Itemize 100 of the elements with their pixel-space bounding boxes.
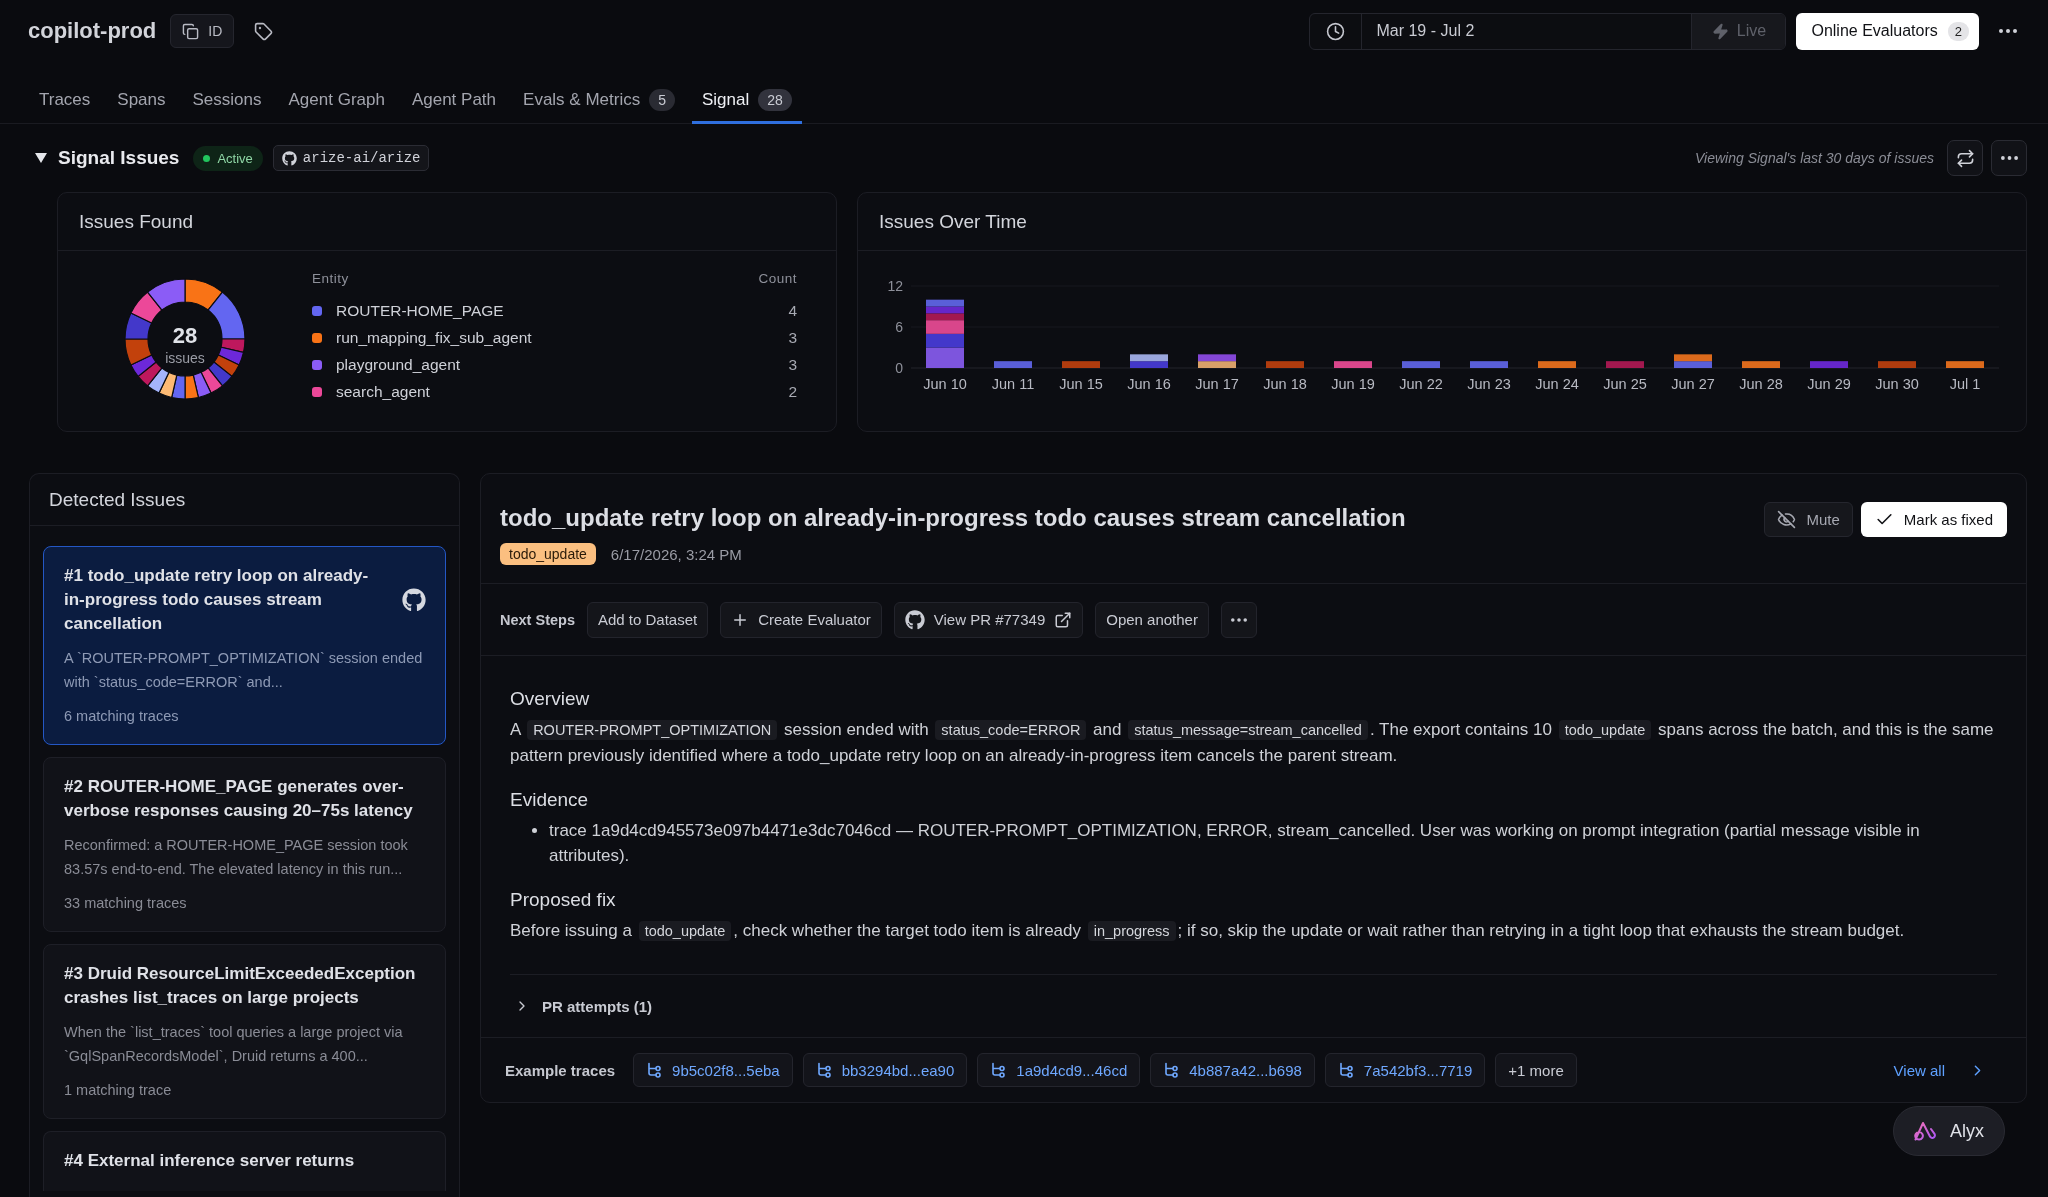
more-traces-chip[interactable]: +1 more xyxy=(1495,1053,1577,1087)
clock-icon[interactable] xyxy=(1326,21,1346,41)
count-badge: 5 xyxy=(649,88,675,111)
donut-slice xyxy=(158,371,178,399)
online-evaluators-button[interactable]: Online Evaluators 2 xyxy=(1796,12,1979,50)
mark-fixed-button[interactable]: Mark as fixed xyxy=(1860,502,2007,537)
axis-label: Jun 27 xyxy=(1671,376,1715,392)
github-icon xyxy=(281,150,297,166)
entity-name: playground_agent xyxy=(336,355,461,374)
axis-label: Jun 23 xyxy=(1467,376,1511,392)
axis-label: Jun 10 xyxy=(923,376,967,392)
trace-count: 33 matching traces xyxy=(64,894,188,913)
axis-label: 12 xyxy=(887,278,903,294)
trace-chip[interactable]: 1a9d4cd9...46cd xyxy=(977,1053,1141,1087)
trace-chip[interactable]: 7a542bf3...7719 xyxy=(1324,1053,1486,1087)
entity-count: 4 xyxy=(788,301,797,320)
count-badge: 2 xyxy=(1947,21,1969,41)
tab[interactable]: Spans xyxy=(107,78,176,124)
status-dot-icon xyxy=(203,154,211,162)
copy-id-button[interactable]: ID xyxy=(170,14,235,48)
bar-segment xyxy=(1538,361,1576,368)
more-button[interactable] xyxy=(1220,601,1257,638)
bar-segment xyxy=(1946,361,1984,368)
tab[interactable]: Sessions xyxy=(182,78,272,124)
issue-summary: When the `list_traces` tool queries a large project via `GqlSpanRecordsModel`, Druid returns a 400... xyxy=(64,1023,404,1066)
caret-icon[interactable] xyxy=(35,153,47,163)
date-range-button[interactable]: Mar 19 - Jul 2 xyxy=(1362,13,1692,49)
donut-total: 28 xyxy=(172,323,198,348)
axis-label: Jun 25 xyxy=(1603,376,1647,392)
donut-slice xyxy=(130,291,163,324)
swap-button[interactable] xyxy=(1947,140,1983,176)
tab[interactable]: Evals & Metrics 5 xyxy=(513,78,685,124)
mute-button[interactable]: Mute xyxy=(1764,502,1853,537)
next-steps-label: Next Steps xyxy=(500,611,575,628)
section-heading: Proposed fix xyxy=(510,888,617,912)
bar-segment xyxy=(1402,361,1440,368)
issue-card[interactable]: #4 External inference server returns xyxy=(43,1131,446,1191)
tab[interactable]: Agent Graph xyxy=(278,78,395,124)
bullet-icon xyxy=(532,828,537,833)
donut-slice xyxy=(137,361,163,387)
panel-title: Detected Issues xyxy=(30,474,459,526)
donut-slice xyxy=(124,338,153,366)
section-paragraph: Before issuing a todo_update , check whether the target todo item is already in_progress ; if so, skip the update or wait rather than retrying in a tight loop that exhausts the stream budget. xyxy=(510,920,1906,943)
section-paragraph: A ROUTER-PROMPT_OPTIMIZATION session ended with status_code=ERROR and status_message=stream_cancelled . The export contains 10 todo_update spans across the batch, and this is the same pattern previously identified where a todo_update retry loop on an already-in-progress item cancels the parent stream. xyxy=(510,719,1995,767)
view-all-link[interactable]: View all xyxy=(1893,1061,1986,1079)
logo-icon xyxy=(1914,1121,1938,1141)
entity-count: 2 xyxy=(788,382,797,401)
bullet-text: trace 1a9d4cd945573e097b4471e3dc7046cd — ROUTER-PROMPT_OPTIMIZATION, ERROR, stream_cancelled. User was working on prompt integration (partial message visible in attributes). xyxy=(549,820,1921,867)
repo-name: arize-ai/arize xyxy=(302,150,421,166)
issue-card[interactable]: #3 Druid ResourceLimitExceededException crashes list_traces on large projects When the `list_traces` tool queries a large project via `GqlSpanRecordsModel`, Druid returns a 400... 1 matching trace xyxy=(43,944,446,1119)
bar-segment xyxy=(926,347,964,368)
assistant-button[interactable]: Alyx xyxy=(1893,1106,2005,1156)
axis-label: Jun 11 xyxy=(991,376,1035,392)
pr-attempts-toggle[interactable]: PR attempts (1) xyxy=(510,974,1997,1037)
tab[interactable]: Signal 28 xyxy=(692,78,802,124)
copy-icon xyxy=(182,22,200,40)
eye-off-icon xyxy=(1777,510,1797,529)
more-button[interactable] xyxy=(1991,140,2027,176)
action-button[interactable]: Add to Dataset xyxy=(586,601,709,638)
axis-label: Jun 16 xyxy=(1127,376,1171,392)
trace-chip[interactable]: 9b5c02f8...5eba xyxy=(633,1053,793,1087)
axis-label: Jun 15 xyxy=(1059,376,1103,392)
status-text: Active xyxy=(217,150,253,166)
entity-name: ROUTER-HOME_PAGE xyxy=(336,301,504,320)
trace-chip[interactable]: 4b887a42...b698 xyxy=(1150,1053,1315,1087)
axis-label: Jun 22 xyxy=(1399,376,1443,392)
github-icon xyxy=(904,609,925,630)
repo-badge[interactable]: arize-ai/arize xyxy=(272,145,430,171)
axis-label: Jun 18 xyxy=(1263,376,1307,392)
trace-tree-icon xyxy=(990,1062,1007,1078)
timestamp: 6/17/2026, 3:24 PM xyxy=(610,545,742,563)
entity-count: 3 xyxy=(788,328,797,347)
create-evaluator-button[interactable]: Create Evaluator xyxy=(720,601,882,638)
bar-segment xyxy=(994,361,1032,368)
trace-chip[interactable]: bb3294bd...ea90 xyxy=(802,1053,968,1087)
issue-title: #3 Druid ResourceLimitExceededException crashes list_traces on large projects xyxy=(64,963,417,1009)
section-heading: Evidence xyxy=(510,788,590,812)
project-title: copilot-prod xyxy=(28,18,157,44)
issue-card[interactable]: #2 ROUTER-HOME_PAGE generates over-verbose responses causing 20–75s latency Reconfirmed: a ROUTER-HOME_PAGE session took 83.57s end-to-end. The elevated latency in this run... 33 matching traces xyxy=(43,757,446,932)
view-pr-button[interactable]: View PR #77349 xyxy=(893,601,1084,638)
donut-slice xyxy=(217,346,245,366)
issue-card[interactable]: #1 todo_update retry loop on already-in-progress todo causes stream cancellation A `ROUTER-PROMPT_OPTIMIZATION` session ended with `status_code=ERROR` and... 6 matching traces xyxy=(43,546,446,745)
count-badge: 28 xyxy=(758,88,792,111)
issue-title: #2 ROUTER-HOME_PAGE generates over-verbose responses causing 20–75s latency xyxy=(64,776,414,822)
bar-segment xyxy=(1470,361,1508,368)
tag-icon[interactable] xyxy=(254,21,274,41)
issue-summary: Reconfirmed: a ROUTER-HOME_PAGE session took 83.57s end-to-end. The elevated latency in this run... xyxy=(64,836,409,879)
donut-slice xyxy=(192,371,212,399)
axis-label: Jun 29 xyxy=(1807,376,1851,392)
trace-tree-icon xyxy=(1163,1062,1180,1078)
repeat-arrows-icon xyxy=(1955,148,1975,168)
card-title: Issues Over Time xyxy=(858,193,2026,251)
bar-segment xyxy=(1334,361,1372,368)
tab[interactable]: Traces xyxy=(29,78,101,124)
tab[interactable]: Agent Path xyxy=(401,78,507,124)
action-button[interactable]: Open another xyxy=(1095,601,1209,638)
more-icon xyxy=(1999,29,2017,33)
issue-title: todo_update retry loop on already-in-progress todo causes stream cancellation xyxy=(500,503,1406,533)
axis-label: Jun 19 xyxy=(1331,376,1375,392)
tag-badge: todo_update xyxy=(500,543,596,565)
